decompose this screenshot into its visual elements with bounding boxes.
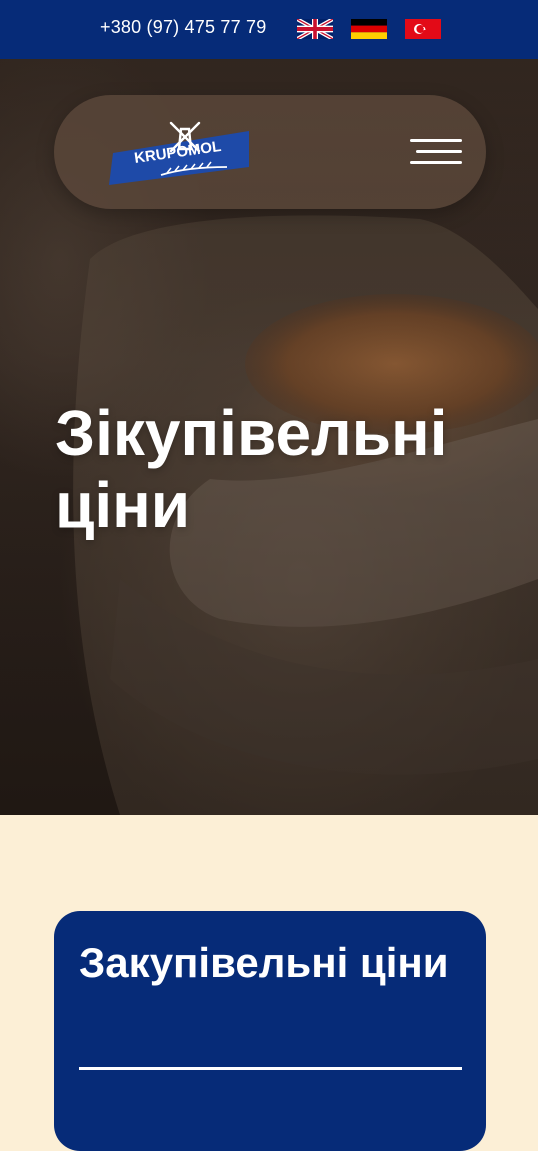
language-en-button[interactable] xyxy=(297,19,333,39)
top-bar: +380 (97) 475 77 79 xyxy=(0,0,538,59)
turkey-flag-icon xyxy=(405,19,441,39)
card-title: Закупівельні ціни xyxy=(79,939,449,986)
purchase-prices-card: Закупівельні ціни xyxy=(54,911,486,1151)
hamburger-menu-icon[interactable] xyxy=(410,139,462,165)
page-title: Зікупівельні ціни xyxy=(55,397,448,541)
uk-flag-icon xyxy=(297,19,333,39)
phone-link[interactable]: +380 (97) 475 77 79 xyxy=(100,17,266,38)
germany-flag-icon xyxy=(351,19,387,39)
card-divider xyxy=(79,1067,462,1070)
language-de-button[interactable] xyxy=(351,19,387,39)
language-tr-button[interactable] xyxy=(405,19,441,39)
hero-section: KRUPOMOL Зікупівельні ціни xyxy=(0,59,538,815)
menu-line xyxy=(416,150,462,153)
krupomol-logo[interactable]: KRUPOMOL xyxy=(109,117,254,189)
header-nav: KRUPOMOL xyxy=(54,95,486,209)
menu-line xyxy=(410,161,462,164)
menu-line xyxy=(410,139,462,142)
